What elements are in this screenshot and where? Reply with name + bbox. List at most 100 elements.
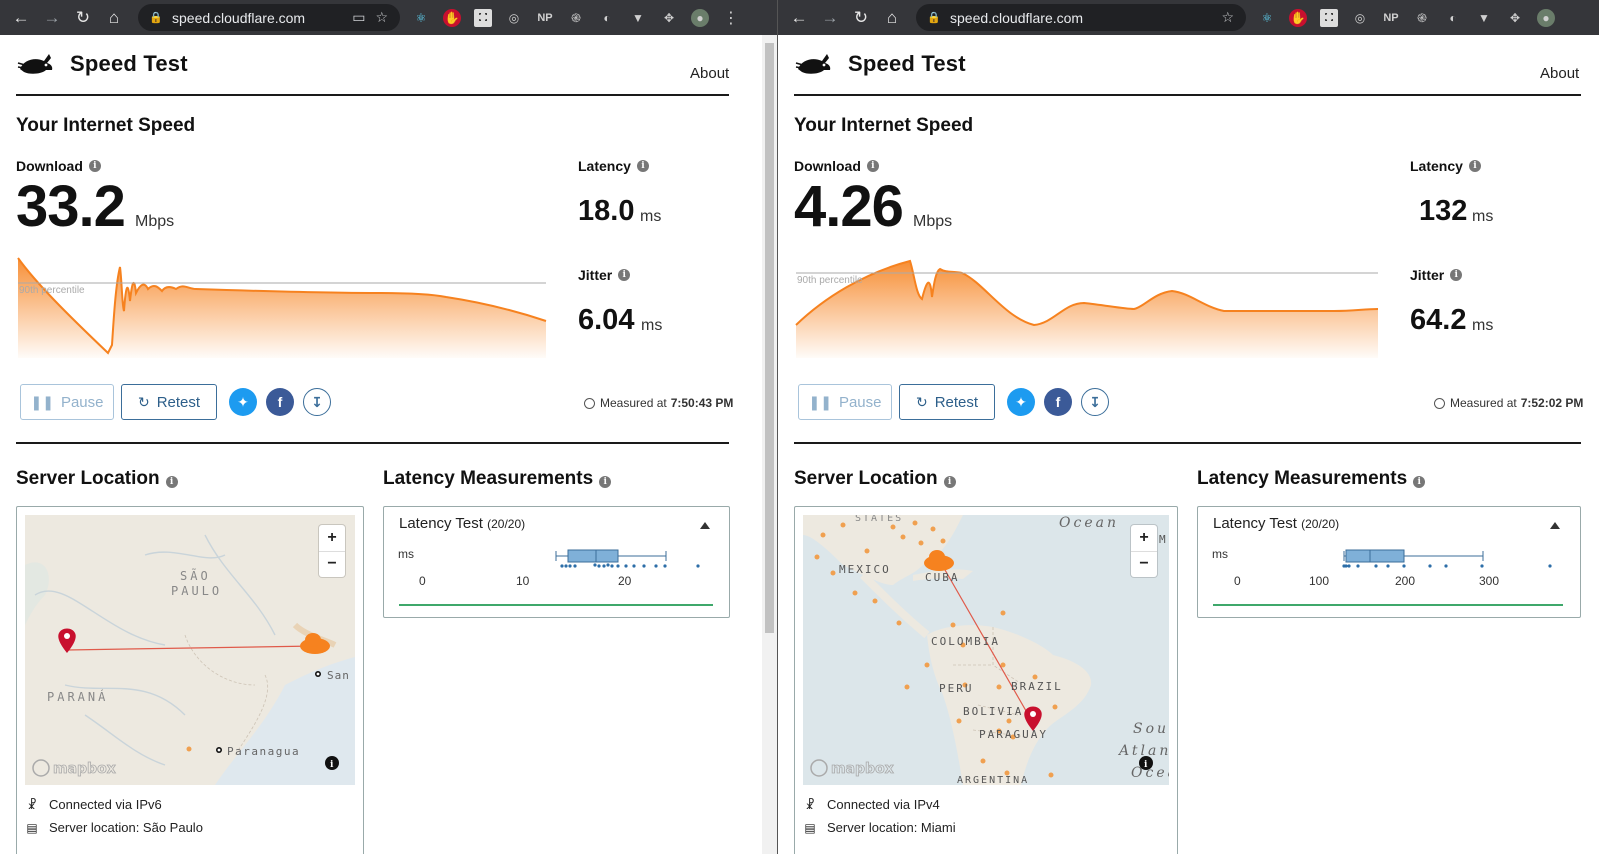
url-text[interactable]: speed.cloudflare.com bbox=[172, 10, 342, 26]
target-extension-icon[interactable]: ◎ bbox=[1351, 9, 1369, 27]
scrollbar-thumb[interactable] bbox=[765, 43, 774, 633]
zoom-in-button[interactable]: + bbox=[319, 525, 345, 551]
np-extension-icon[interactable]: NP bbox=[1382, 9, 1400, 27]
address-bar[interactable]: 🔒 speed.cloudflare.com ▭ ☆ bbox=[138, 4, 400, 31]
back-icon[interactable]: ← bbox=[10, 7, 32, 29]
clock-icon bbox=[1434, 397, 1445, 409]
server-map[interactable]: STATES Ocean MEXICO CUBA COLOMBIA PERU B… bbox=[803, 515, 1169, 785]
facebook-icon[interactable]: f bbox=[266, 388, 294, 416]
extensions-icon[interactable]: ✥ bbox=[660, 9, 678, 27]
svg-text:i: i bbox=[1144, 760, 1148, 770]
site-title[interactable]: Speed Test bbox=[70, 51, 188, 77]
target-extension-icon[interactable]: ◎ bbox=[505, 9, 523, 27]
pause-button[interactable]: ❚❚ Pause bbox=[20, 384, 114, 420]
latency-label: Latency i bbox=[1410, 158, 1481, 174]
retest-button[interactable]: ↻ Retest bbox=[899, 384, 995, 420]
section-title: Your Internet Speed bbox=[16, 115, 196, 136]
svg-text:mapbox: mapbox bbox=[831, 761, 894, 777]
jitter-label: Jitter i bbox=[578, 267, 631, 283]
bitwarden-extension-icon[interactable]: ⛚ bbox=[1320, 8, 1338, 27]
address-bar[interactable]: 🔒 speed.cloudflare.com ☆ bbox=[916, 4, 1246, 31]
server-icon: ▤ bbox=[26, 820, 38, 835]
star-icon[interactable]: ☆ bbox=[375, 9, 388, 26]
jitter-unit: ms bbox=[1472, 317, 1494, 334]
rabbit-logo-icon[interactable] bbox=[794, 49, 834, 79]
np-extension-icon[interactable]: NP bbox=[536, 9, 554, 27]
circle-extension-icon[interactable]: ◐ bbox=[1444, 9, 1462, 27]
react-extension-icon[interactable]: ⚛ bbox=[1258, 9, 1276, 27]
cast-icon[interactable]: ▭ bbox=[352, 9, 365, 26]
pause-button[interactable]: ❚❚ Pause bbox=[798, 384, 892, 420]
download-icon[interactable]: ↧ bbox=[303, 388, 331, 416]
server-location-panel: SÃO PAULO PARANÁ Paranagua San mapbox i … bbox=[16, 506, 364, 854]
server-map[interactable]: SÃO PAULO PARANÁ Paranagua San mapbox i bbox=[25, 515, 355, 785]
vue-extension-icon[interactable]: ▼ bbox=[629, 9, 647, 27]
latency-unit: ms bbox=[398, 547, 414, 561]
reload-icon[interactable]: ↻ bbox=[72, 7, 94, 29]
latency-unit: ms bbox=[640, 208, 662, 225]
reload-icon[interactable]: ↻ bbox=[850, 7, 872, 29]
latency-value: 18.0 bbox=[578, 195, 635, 227]
back-icon[interactable]: ← bbox=[788, 7, 810, 29]
about-link[interactable]: About bbox=[1540, 65, 1579, 82]
map-label: SÃO bbox=[180, 568, 211, 583]
page-scrollbar[interactable] bbox=[762, 35, 777, 854]
ublock-extension-icon[interactable]: ✋ bbox=[443, 8, 461, 27]
info-icon[interactable]: i bbox=[599, 476, 612, 488]
latency-axis-tick: 0 bbox=[1234, 574, 1241, 588]
info-icon[interactable]: i bbox=[1413, 476, 1426, 488]
info-icon[interactable]: i bbox=[1468, 160, 1481, 172]
info-icon[interactable]: i bbox=[618, 269, 631, 281]
jitter-value: 64.2 bbox=[1410, 304, 1467, 336]
forward-icon[interactable]: → bbox=[819, 7, 841, 29]
info-icon[interactable]: i bbox=[866, 160, 879, 172]
svg-text:mapbox: mapbox bbox=[53, 761, 116, 777]
menu-icon[interactable]: ⋮ bbox=[722, 9, 740, 27]
swirl-extension-icon[interactable]: ֎ bbox=[567, 9, 585, 27]
measured-at: Measured at 7:50:43 PM bbox=[584, 396, 733, 410]
latency-test-label[interactable]: Latency Test (20/20) bbox=[1213, 515, 1339, 532]
zoom-out-button[interactable]: − bbox=[319, 550, 345, 578]
info-icon[interactable]: i bbox=[165, 476, 178, 488]
map-label: Sou bbox=[1133, 721, 1169, 737]
section-divider bbox=[794, 442, 1581, 444]
url-text[interactable]: speed.cloudflare.com bbox=[950, 10, 1211, 26]
bitwarden-extension-icon[interactable]: ⛚ bbox=[474, 8, 492, 27]
info-icon[interactable]: i bbox=[88, 160, 101, 172]
info-icon[interactable]: i bbox=[636, 160, 649, 172]
home-icon[interactable]: ⌂ bbox=[103, 7, 125, 29]
download-chart: 90th percentile bbox=[795, 259, 1379, 358]
profile-avatar-icon[interactable]: ● bbox=[1537, 8, 1555, 27]
caret-up-icon[interactable] bbox=[700, 522, 710, 529]
star-icon[interactable]: ☆ bbox=[1221, 9, 1234, 26]
info-icon[interactable]: i bbox=[943, 476, 956, 488]
facebook-icon[interactable]: f bbox=[1044, 388, 1072, 416]
site-title[interactable]: Speed Test bbox=[848, 51, 966, 77]
circle-extension-icon[interactable]: ◐ bbox=[598, 9, 616, 27]
retest-button[interactable]: ↻ Retest bbox=[121, 384, 217, 420]
zoom-out-button[interactable]: − bbox=[1131, 550, 1157, 578]
rabbit-logo-icon[interactable] bbox=[16, 49, 56, 79]
swirl-extension-icon[interactable]: ֎ bbox=[1413, 9, 1431, 27]
react-extension-icon[interactable]: ⚛ bbox=[412, 9, 430, 27]
profile-avatar-icon[interactable]: ● bbox=[691, 8, 709, 27]
forward-icon[interactable]: → bbox=[41, 7, 63, 29]
map-label: Atlan bbox=[1117, 743, 1169, 759]
caret-up-icon[interactable] bbox=[1550, 522, 1560, 529]
header-divider bbox=[16, 94, 729, 96]
pause-icon: ❚❚ bbox=[30, 393, 54, 410]
latency-measurements-title: Latency Measurements i bbox=[383, 468, 612, 490]
about-link[interactable]: About bbox=[690, 65, 729, 82]
twitter-icon[interactable]: ✦ bbox=[1007, 388, 1035, 416]
download-icon[interactable]: ↧ bbox=[1081, 388, 1109, 416]
download-value: 4.26 bbox=[794, 174, 904, 239]
retest-icon: ↻ bbox=[137, 393, 150, 410]
twitter-icon[interactable]: ✦ bbox=[229, 388, 257, 416]
zoom-in-button[interactable]: + bbox=[1131, 525, 1157, 551]
extensions-icon[interactable]: ✥ bbox=[1506, 9, 1524, 27]
home-icon[interactable]: ⌂ bbox=[881, 7, 903, 29]
ublock-extension-icon[interactable]: ✋ bbox=[1289, 8, 1307, 27]
info-icon[interactable]: i bbox=[1450, 269, 1463, 281]
latency-test-label[interactable]: Latency Test (20/20) bbox=[399, 515, 525, 532]
vue-extension-icon[interactable]: ▼ bbox=[1475, 9, 1493, 27]
